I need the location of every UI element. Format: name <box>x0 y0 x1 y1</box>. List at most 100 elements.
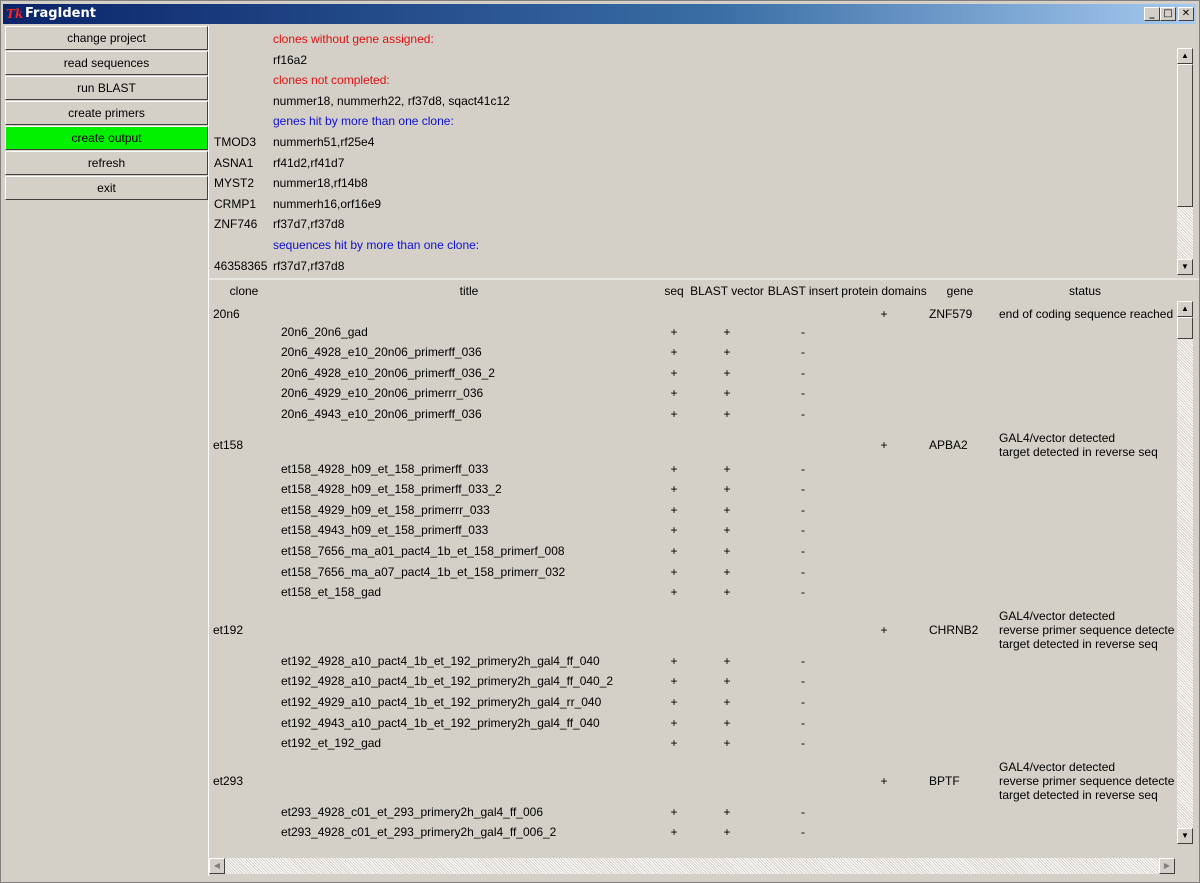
scroll-up-arrow-icon[interactable]: ▲ <box>1177 301 1193 317</box>
blast-vector-mark: + <box>723 674 731 689</box>
blast-insert-mark: - <box>801 736 805 751</box>
status-line: reverse primer sequence detected <box>999 622 1175 637</box>
clone-status: end of coding sequence reached <box>999 307 1173 321</box>
sequence-title[interactable]: et293_4928_c01_et_293_primery2h_gal4_ff_… <box>281 825 556 839</box>
clone-id[interactable]: 20n6 <box>213 307 240 321</box>
sidebar-button-exit[interactable]: exit <box>5 176 208 200</box>
blast-insert-mark: - <box>801 345 805 360</box>
summary-value: rf41d2,rf41d7 <box>273 155 345 170</box>
sequence-title[interactable]: et158_et_158_gad <box>281 585 381 599</box>
summary-key: ASNA1 <box>214 155 254 170</box>
blast-insert-mark: - <box>801 674 805 689</box>
sidebar-button-run-blast[interactable]: run BLAST <box>5 76 208 100</box>
table-vertical-scrollbar[interactable]: ▲ ▼ <box>1177 301 1193 844</box>
column-header-protein-domains[interactable]: protein domains <box>841 283 926 299</box>
protein-domains-mark: + <box>880 437 888 452</box>
window-title: FragIdent <box>25 6 96 21</box>
blast-insert-mark: - <box>801 461 805 476</box>
sequence-title[interactable]: et192_4928_a10_pact4_1b_et_192_primery2h… <box>281 654 600 668</box>
sequence-title[interactable]: et192_et_192_gad <box>281 736 381 750</box>
seq-mark: + <box>670 345 678 360</box>
summary-section-heading: clones not completed: <box>273 73 390 88</box>
summary-row: genes hit by more than one clone: <box>209 111 1109 131</box>
sequence-title[interactable]: et158_4928_h09_et_158_primerff_033_2 <box>281 482 502 496</box>
blast-insert-mark: - <box>801 365 805 380</box>
clone-id[interactable]: et293 <box>213 774 243 788</box>
sequence-title[interactable]: et192_4929_a10_pact4_1b_et_192_primery2h… <box>281 695 601 709</box>
tk-app-icon: Tk <box>6 7 24 21</box>
blast-insert-mark: - <box>801 324 805 339</box>
pane-divider[interactable] <box>209 278 1199 280</box>
summary-row: rf16a2 <box>209 50 1109 70</box>
sidebar-button-create-output[interactable]: create output <box>5 126 208 150</box>
status-line: GAL4/vector detected <box>999 759 1116 774</box>
sidebar-button-read-sequences[interactable]: read sequences <box>5 51 208 75</box>
blast-vector-mark: + <box>723 345 731 360</box>
blast-insert-mark: - <box>801 482 805 497</box>
sidebar-button-change-project[interactable]: change project <box>5 26 208 50</box>
sequence-title[interactable]: 20n6_4929_e10_20n06_primerrr_036 <box>281 386 483 400</box>
minimize-button[interactable]: _ <box>1144 7 1160 21</box>
maximize-button[interactable]: □ <box>1160 7 1176 21</box>
sidebar-button-create-primers[interactable]: create primers <box>5 101 208 125</box>
blast-insert-mark: - <box>801 695 805 709</box>
seq-mark: + <box>670 715 678 730</box>
column-header-gene[interactable]: gene <box>947 283 974 299</box>
scroll-up-arrow-icon[interactable]: ▲ <box>1177 48 1193 64</box>
summary-row: TMOD3 nummerh51,rf25e4 <box>209 132 1109 152</box>
column-header-title[interactable]: title <box>460 283 479 299</box>
sidebar-button-refresh[interactable]: refresh <box>5 151 208 175</box>
scroll-right-arrow-icon[interactable]: ▶ <box>1159 858 1175 874</box>
clone-id[interactable]: et158 <box>213 438 243 452</box>
sequence-title[interactable]: et158_4929_h09_et_158_primerrr_033 <box>281 503 490 517</box>
scroll-down-arrow-icon[interactable]: ▼ <box>1177 259 1193 275</box>
seq-mark: + <box>670 585 678 600</box>
summary-row: MYST2 nummer18,rf14b8 <box>209 173 1109 193</box>
sequence-title[interactable]: et192_4928_a10_pact4_1b_et_192_primery2h… <box>281 674 613 688</box>
close-button[interactable]: ✕ <box>1178 7 1194 21</box>
sequence-title[interactable]: et293_4928_c01_et_293_primery2h_gal4_ff_… <box>281 805 543 819</box>
summary-row: 46358365 rf37d7,rf37d8 <box>209 256 1109 276</box>
sequence-title[interactable]: et158_7656_ma_a07_pact4_1b_et_158_primer… <box>281 565 565 579</box>
summary-value: nummer18, nummerh22, rf37d8, sqact41c12 <box>273 93 510 108</box>
blast-vector-mark: + <box>723 482 731 497</box>
scroll-left-arrow-icon[interactable]: ◀ <box>209 858 225 874</box>
sequence-title[interactable]: 20n6_20n6_gad <box>281 325 368 339</box>
sequence-title[interactable]: et158_4928_h09_et_158_primerff_033 <box>281 462 488 476</box>
blast-vector-mark: + <box>723 324 731 339</box>
summary-row: ZNF746 rf37d7,rf37d8 <box>209 214 1109 234</box>
summary-row: sequences hit by more than one clone: <box>209 235 1109 255</box>
seq-mark: + <box>670 365 678 380</box>
scrollbar-thumb[interactable] <box>1177 317 1193 339</box>
clone-id[interactable]: et192 <box>213 623 243 637</box>
protein-domains-mark: + <box>880 307 888 322</box>
blast-vector-mark: + <box>723 523 731 538</box>
clone-status: GAL4/vector detected reverse primer seque… <box>999 609 1175 651</box>
sequence-title[interactable]: 20n6_4943_e10_20n06_primerff_036 <box>281 407 482 421</box>
table-horizontal-scrollbar[interactable]: ◀ ▶ <box>209 858 1175 874</box>
sequence-title[interactable]: 20n6_4928_e10_20n06_primerff_036_2 <box>281 366 495 380</box>
summary-row: ASNA1 rf41d2,rf41d7 <box>209 153 1109 173</box>
sequence-title[interactable]: et192_4943_a10_pact4_1b_et_192_primery2h… <box>281 716 600 730</box>
blast-insert-mark: - <box>801 715 805 730</box>
column-header-clone[interactable]: clone <box>230 283 259 299</box>
column-header-blast-vector[interactable]: BLAST vector <box>690 283 764 299</box>
column-header-status[interactable]: status <box>1069 283 1101 299</box>
blast-insert-mark: - <box>801 386 805 401</box>
summary-value: rf16a2 <box>273 52 308 67</box>
sequence-title[interactable]: 20n6_4928_e10_20n06_primerff_036 <box>281 345 482 359</box>
sequence-title[interactable]: et158_4943_h09_et_158_primerff_033 <box>281 523 488 537</box>
summary-value: nummer18,rf14b8 <box>273 176 368 191</box>
scroll-down-arrow-icon[interactable]: ▼ <box>1177 828 1193 844</box>
gene-name: APBA2 <box>929 437 968 452</box>
blast-vector-mark: + <box>723 502 731 517</box>
summary-vertical-scrollbar[interactable]: ▲ ▼ <box>1177 48 1193 275</box>
summary-row: CRMP1 nummerh16,orf16e9 <box>209 194 1109 214</box>
column-header-seq[interactable]: seq <box>664 283 683 299</box>
sequence-title[interactable]: et158_7656_ma_a01_pact4_1b_et_158_primer… <box>281 544 565 558</box>
blast-vector-mark: + <box>723 736 731 751</box>
scrollbar-thumb[interactable] <box>1177 64 1193 207</box>
seq-mark: + <box>670 825 678 840</box>
summary-key: 46358365 <box>214 258 268 273</box>
column-header-blast-insert[interactable]: BLAST insert <box>768 283 838 299</box>
